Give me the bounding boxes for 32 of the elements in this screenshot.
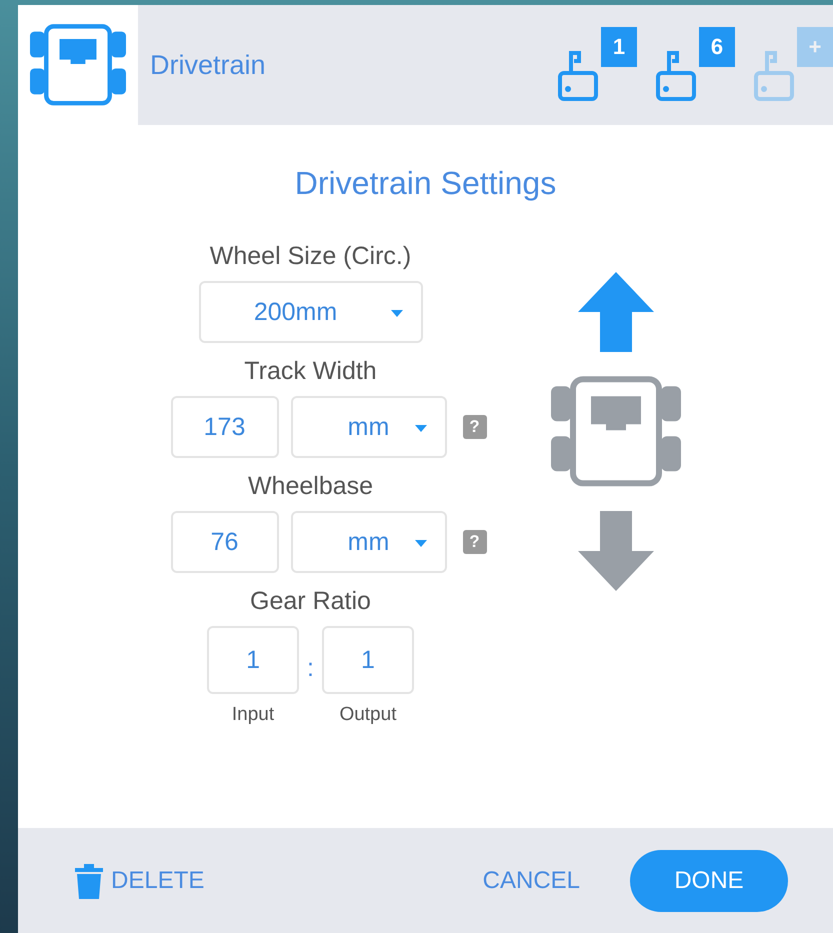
delete-button[interactable]: DELETE bbox=[73, 862, 433, 898]
input-field[interactable]: 76 bbox=[170, 511, 278, 573]
done-button[interactable]: DONE bbox=[630, 850, 788, 912]
input-field[interactable]: 1 bbox=[207, 626, 300, 694]
output-caption: Output bbox=[339, 704, 396, 726]
field-label: Track Width bbox=[244, 357, 377, 386]
ratio-separator: : bbox=[307, 654, 314, 683]
port-badge: 6 bbox=[699, 27, 735, 67]
field-label: Wheelbase bbox=[248, 472, 374, 501]
input-caption: Input bbox=[232, 704, 274, 726]
header-title: Drivetrain bbox=[150, 50, 267, 80]
robot-icon bbox=[30, 24, 126, 106]
help-icon[interactable]: ? bbox=[462, 530, 486, 554]
caret-icon bbox=[414, 540, 426, 547]
caret-icon bbox=[390, 310, 402, 317]
down-arrow-icon[interactable] bbox=[578, 510, 654, 590]
trash-icon bbox=[73, 862, 105, 898]
cancel-button[interactable]: CANCEL bbox=[452, 866, 610, 894]
unit-dropdown[interactable]: mm bbox=[290, 396, 446, 458]
caret-icon bbox=[414, 425, 426, 432]
wheel-size-dropdown[interactable]: 200mm bbox=[198, 281, 422, 343]
settings-title: Drivetrain Settings bbox=[294, 165, 556, 202]
up-arrow-icon[interactable] bbox=[578, 272, 654, 352]
field-label: Wheel Size (Circ.) bbox=[210, 242, 412, 271]
unit-dropdown[interactable]: mm bbox=[290, 511, 446, 573]
help-icon[interactable]: ? bbox=[462, 415, 486, 439]
port-badge: 1 bbox=[601, 27, 637, 67]
input-field[interactable]: 173 bbox=[170, 396, 278, 458]
input-field[interactable]: 1 bbox=[322, 626, 414, 694]
field-label: Gear Ratio bbox=[250, 587, 371, 616]
robot-diagram-icon bbox=[550, 376, 680, 486]
port-badge: + bbox=[797, 27, 833, 67]
